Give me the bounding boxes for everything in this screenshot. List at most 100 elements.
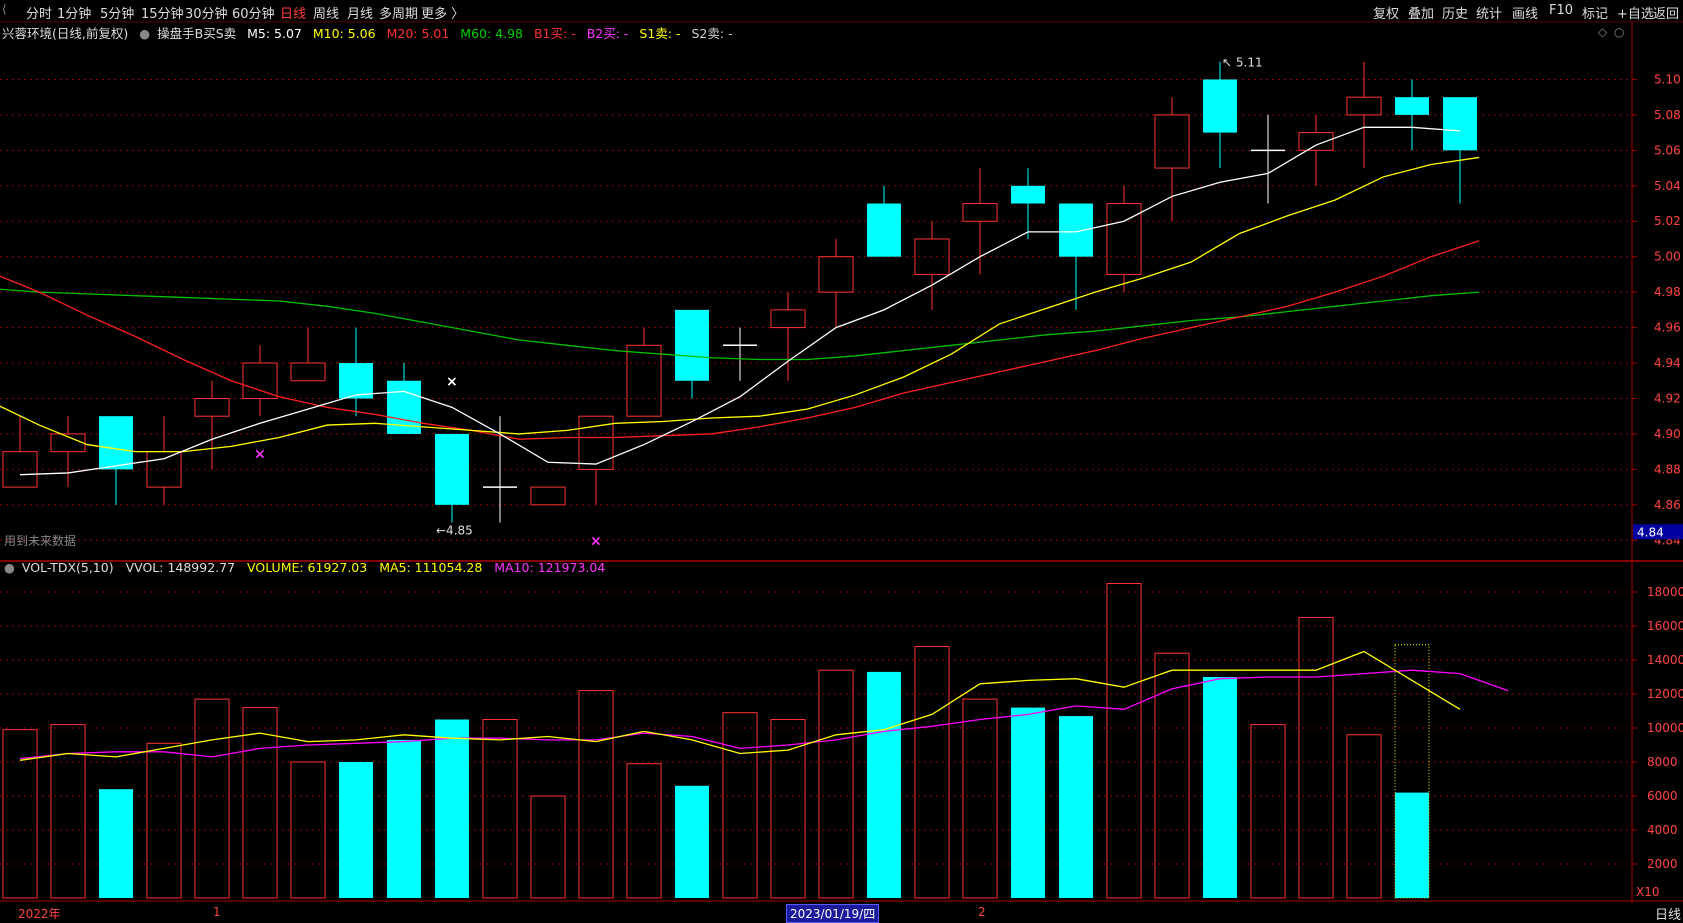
candle-body — [626, 344, 662, 417]
candle — [1011, 168, 1045, 239]
price-tick-label: 5.04 — [1654, 179, 1681, 193]
candle — [339, 327, 373, 417]
volume-bar — [194, 698, 230, 899]
diamond-icon: ◇ — [1598, 25, 1608, 39]
volume-value: VOLUME: 61927.03 — [247, 560, 368, 575]
volume-bar — [146, 742, 182, 899]
low-annotation: ←4.85 — [436, 524, 473, 538]
vma5-value: MA5: 111054.28 — [379, 560, 483, 575]
date-month-1: 1 — [213, 905, 221, 919]
price-tick-label: 5.02 — [1654, 214, 1681, 228]
candle — [1203, 61, 1237, 169]
vma5-line — [19, 650, 1461, 761]
candle — [1298, 114, 1334, 186]
candle — [50, 416, 86, 488]
volume-tick-label: 8000 — [1647, 755, 1678, 769]
candle — [242, 345, 278, 417]
crosshair-date: 2023/01/19/四 — [786, 904, 880, 923]
volume-bar — [1346, 734, 1382, 899]
candle — [962, 168, 998, 275]
volume-bar — [1154, 652, 1190, 899]
ma10-line — [0, 156, 1480, 453]
price-tick-label: 4.96 — [1654, 321, 1681, 335]
volume-bar — [435, 719, 469, 898]
volume-scale-label: X10 — [1636, 885, 1660, 899]
volume-bar — [578, 690, 614, 899]
candle — [1395, 79, 1429, 151]
volume-bar — [962, 698, 998, 899]
candle-body — [435, 433, 469, 505]
candle — [290, 327, 326, 382]
volume-bar — [626, 763, 662, 899]
candle — [626, 327, 662, 417]
candle — [675, 309, 709, 399]
price-tick-label: 4.98 — [1654, 285, 1681, 299]
volume-bar — [339, 762, 373, 898]
candle-body — [1443, 97, 1477, 151]
candle — [435, 433, 469, 523]
candle — [914, 221, 950, 310]
volume-tick-label: 10000 — [1647, 721, 1683, 735]
candle — [818, 238, 854, 328]
volume-bar — [387, 739, 421, 898]
volume-bar — [1203, 677, 1237, 898]
volume-tick-label: 4000 — [1647, 823, 1678, 837]
volume-bar — [482, 719, 518, 899]
candle — [194, 380, 230, 470]
price-tick-label: 5.00 — [1654, 250, 1681, 264]
date-month-2: 2 — [978, 905, 986, 919]
candle — [2, 416, 38, 488]
price-tick-label: 4.86 — [1654, 498, 1681, 512]
current-price-label: 4.84 — [1637, 525, 1664, 539]
candle — [387, 363, 421, 434]
candle — [1346, 61, 1382, 169]
volume-bar — [1011, 707, 1045, 898]
candle-body — [770, 309, 806, 329]
volume-tick-label: 14000 — [1647, 653, 1683, 667]
price-tick-label: 5.10 — [1654, 72, 1681, 86]
candle-body — [242, 362, 278, 399]
volume-tick-label: 18000 — [1647, 585, 1683, 599]
volume-indicator-name[interactable]: VOL-TDX(5,10) — [22, 560, 114, 575]
volume-bar — [867, 671, 901, 898]
volume-bar — [914, 645, 950, 899]
vvol-value: VVOL: 148992.77 — [125, 560, 236, 575]
volume-legend: ● VOL-TDX(5,10) VVOL: 148992.77 VOLUME: … — [4, 560, 613, 575]
candle — [578, 415, 614, 505]
price-tick-label: 4.90 — [1654, 427, 1681, 441]
high-annotation: ↖ 5.11 — [1222, 56, 1263, 70]
price-tick-label: 4.92 — [1654, 391, 1681, 405]
candle-body — [1203, 79, 1237, 133]
candle — [1443, 97, 1477, 204]
stock-chart[interactable]: 5.10 5.08 5.06 5.04 5.02 5.00 4.98 4.96 4.94 4.92… — [0, 0, 1683, 922]
volume-bar — [530, 795, 566, 899]
volume-tick-label: 12000 — [1647, 687, 1683, 701]
candle — [770, 292, 806, 381]
candle-body — [867, 203, 901, 257]
candle — [723, 327, 757, 381]
candle-body — [1059, 203, 1093, 257]
volume-bar — [1106, 583, 1142, 899]
candle-body — [1395, 97, 1429, 115]
candle-body — [962, 203, 998, 222]
candle-body — [194, 397, 230, 417]
volume-bar — [1059, 716, 1093, 898]
future-data-note: 用到未来数据 — [4, 534, 77, 548]
date-year: 2022年 — [18, 907, 61, 921]
price-tick-label: 5.06 — [1654, 143, 1681, 157]
volume-tick-label: 16000 — [1647, 619, 1683, 633]
volume-bar — [722, 712, 758, 899]
volume-dot-icon: ● — [4, 560, 15, 575]
candle-body — [290, 362, 326, 382]
signal-marker: × — [254, 446, 266, 462]
volume-tick-label: 2000 — [1647, 857, 1678, 871]
candle — [1106, 185, 1142, 293]
candle-body — [1154, 114, 1190, 169]
candle-body — [818, 256, 854, 293]
period-indicator[interactable]: 日线 — [1655, 904, 1681, 923]
candle — [867, 185, 901, 257]
volume-bar — [99, 789, 133, 898]
candle-body — [530, 486, 566, 506]
volume-bar — [675, 785, 709, 898]
price-tick-label: 4.88 — [1654, 462, 1681, 476]
